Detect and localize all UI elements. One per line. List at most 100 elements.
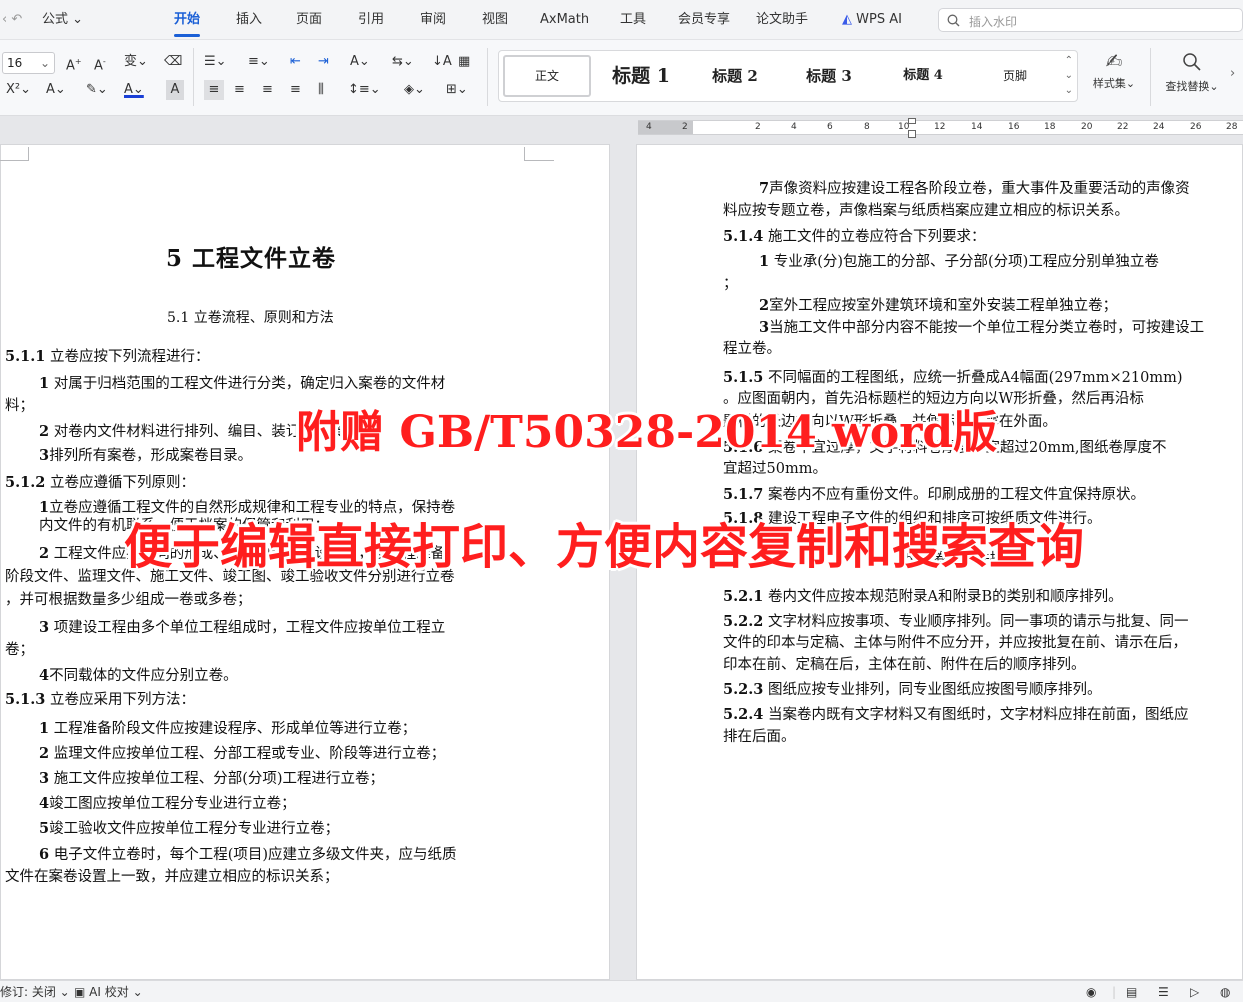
increase-indent-icon[interactable]: ⇥ — [318, 52, 329, 72]
text-effect-icon[interactable]: A⌄ — [46, 80, 66, 100]
text-direction-icon[interactable]: ⇆⌄ — [392, 52, 414, 72]
style-heading-2[interactable]: 标题 2 — [697, 51, 773, 101]
text-line: 7声像资料应按建设工程各阶段立卷，重大事件及重要活动的声像资 — [759, 177, 1190, 201]
toolbar-divider — [193, 48, 194, 106]
text-line: 5.2.2 文字材料应按事项、专业顺序排列。同一事项的请示与批复、同一 — [723, 610, 1188, 634]
distribute-icon[interactable]: ⫼ — [318, 80, 324, 100]
text-line: ，并可根据数量多少组成一卷或多卷； — [5, 592, 252, 608]
tab-axmath[interactable]: AxMath — [540, 0, 589, 40]
clause-number: 5.2.1 — [723, 588, 764, 605]
tab-tools[interactable]: 工具 — [620, 0, 646, 40]
text-line: 3 施工文件应按单位工程、分部(分项)工程进行立卷； — [39, 767, 384, 791]
margin-corner-mark — [524, 147, 554, 161]
align-right-icon[interactable]: ≡ — [262, 80, 273, 100]
page-view-icon[interactable]: ▤ — [1126, 983, 1137, 1001]
web-view-icon[interactable]: ◍ — [1220, 983, 1230, 1001]
eye-protection-icon[interactable]: ◉ — [1086, 983, 1096, 1001]
highlight-icon[interactable]: ✎⌄ — [86, 80, 108, 100]
tab-insert[interactable]: 插入 — [236, 0, 262, 40]
item-text: 室外工程应按室外建筑环境和室外安装工程单独立卷； — [769, 298, 1118, 314]
char-shading-icon[interactable]: A — [166, 80, 184, 100]
search-input[interactable]: 插入水印 — [938, 8, 1243, 32]
item-text: 竣工图应按单位工程分专业进行立卷； — [49, 796, 296, 812]
font-color-icon[interactable]: A⌄ — [124, 80, 144, 100]
align-left-icon[interactable]: ≡ — [204, 80, 224, 100]
styles-gallery: 正文 标题 1 标题 2 标题 3 标题 4 页脚 ⌃ ⌄ ⌄ — [498, 50, 1078, 102]
ruler-tick: 8 — [864, 122, 870, 132]
style-heading-4[interactable]: 标题 4 — [885, 51, 961, 101]
item-number: 4 — [39, 795, 50, 812]
item-text: 电子文件立卷时，每个工程(项目)应建立多级文件夹，应与纸质 — [53, 847, 457, 863]
clause-text: 立卷应采用下列方法： — [49, 692, 195, 708]
superscript-icon[interactable]: X²⌄ — [6, 80, 31, 100]
tab-view[interactable]: 视图 — [482, 0, 508, 40]
clause-number: 5.2.2 — [723, 613, 764, 630]
text-line: 印本在前、定稿在后，主体在前、附件在后的顺序排列。 — [723, 657, 1086, 673]
text-line: 4不同载体的文件应分别立卷。 — [39, 664, 238, 688]
item-text: 工程准备阶段文件应按建设程序、形成单位等进行立卷； — [53, 721, 417, 737]
style-footer[interactable]: 页脚 — [977, 51, 1053, 101]
ruler-tick: 4 — [646, 122, 652, 132]
item-number: 1 — [39, 499, 50, 516]
tab-page[interactable]: 页面 — [296, 0, 322, 40]
ruler-tick: 2 — [682, 122, 688, 132]
clear-format-icon[interactable]: ⌫ — [164, 52, 182, 72]
chinese-layout-icon[interactable]: A⌄ — [350, 52, 370, 72]
text-line: 5竣工验收文件应按单位工程分专业进行立卷； — [39, 817, 339, 841]
styles-scroll-icon[interactable]: ⌃ ⌄ ⌄ — [1065, 53, 1073, 98]
style-set-label: 样式集⌄ — [1092, 77, 1136, 90]
grow-font-icon[interactable]: A+ — [66, 52, 82, 73]
item-number: 3 — [759, 319, 770, 336]
ruler-tick: 20 — [1081, 122, 1093, 132]
font-size-select[interactable]: 16 ⌄ — [2, 52, 55, 74]
style-heading-3[interactable]: 标题 3 — [791, 51, 867, 101]
track-changes-label: 修订: 关闭 — [0, 985, 56, 999]
clause-number: 5.1.2 — [5, 474, 46, 491]
tab-review[interactable]: 审阅 — [420, 0, 446, 40]
numbered-list-icon[interactable]: ≡⌄ — [248, 52, 270, 72]
shrink-font-icon[interactable]: A- — [94, 52, 106, 73]
tab-wps-ai[interactable]: ◭ WPS AI — [842, 0, 902, 40]
left-indent-handle[interactable] — [908, 130, 916, 138]
clause-number: 5.2.3 — [723, 681, 764, 698]
style-heading-1[interactable]: 标题 1 — [603, 51, 679, 101]
style-normal[interactable]: 正文 — [503, 55, 591, 97]
outline-view-icon[interactable]: ☰ — [1158, 983, 1169, 1001]
text-line: 5.1.7 案卷内不应有重份文件。印刷成册的工程文件宜保持原状。 — [723, 483, 1145, 507]
tab-paper-assistant[interactable]: 论文助手 — [756, 0, 808, 40]
item-number: 2 — [759, 297, 770, 314]
phonetic-icon[interactable]: 变⌄ — [124, 52, 148, 72]
style-set-button[interactable]: ✍ 样式集⌄ — [1086, 46, 1142, 98]
horizontal-ruler[interactable]: 4 2 2 4 6 8 10 12 14 16 18 20 22 24 26 2… — [0, 116, 1243, 140]
text-line: 5.1.5 不同幅面的工程图纸，应统一折叠成A4幅面(297mm×210mm) — [723, 366, 1183, 390]
bullet-list-icon[interactable]: ☰⌄ — [204, 52, 227, 72]
formula-menu[interactable]: 公式 ⌄ — [42, 0, 83, 40]
justify-icon[interactable]: ≡ — [290, 80, 301, 100]
item-text: 对属于归档范围的工程文件进行分类，确定归入案卷的文件材 — [53, 376, 446, 392]
borders-icon[interactable]: ⊞⌄ — [446, 80, 468, 100]
align-center-icon[interactable]: ≡ — [234, 80, 245, 100]
track-changes-toggle[interactable]: 修订: 关闭 ⌄ — [0, 983, 70, 1001]
more-icon[interactable]: › — [1230, 64, 1235, 84]
clause-number: 5.1.3 — [5, 691, 46, 708]
tab-member[interactable]: 会员专享 — [678, 0, 730, 40]
line-spacing-icon[interactable]: ↕≡⌄ — [348, 80, 381, 100]
show-marks-icon[interactable]: ▦ — [458, 52, 470, 72]
find-replace-label: 查找替换⌄ — [1165, 80, 1219, 93]
proofread-icon: ▣ — [74, 985, 86, 999]
menu-bar: ‹ ↶ 公式 ⌄ 开始 插入 页面 引用 审阅 视图 AxMath 工具 会员专… — [0, 0, 1243, 40]
decrease-indent-icon[interactable]: ⇤ — [290, 52, 301, 72]
search-icon — [947, 14, 960, 27]
text-line: 3 项建设工程由多个单位工程组成时，工程文件应按单位工程立 — [39, 616, 445, 640]
ai-proofread-button[interactable]: ▣ AI 校对 ⌄ — [74, 983, 143, 1001]
undo-icon[interactable]: ‹ ↶ — [2, 0, 22, 40]
play-icon[interactable]: ▷ — [1190, 983, 1199, 1001]
item-number: 4 — [39, 667, 50, 684]
status-bar: 修订: 关闭 ⌄ ▣ AI 校对 ⌄ ◉ | ▤ ☰ ▷ ◍ — [0, 980, 1243, 1002]
shading-icon[interactable]: ◈⌄ — [404, 80, 425, 100]
sort-icon[interactable]: ↓A — [432, 52, 452, 72]
find-replace-button[interactable]: 查找替换⌄ — [1158, 46, 1226, 98]
first-line-indent-handle[interactable] — [908, 118, 916, 124]
tab-references[interactable]: 引用 — [358, 0, 384, 40]
text-line: 文件在案卷设置上一致，并应建立相应的标识关系； — [5, 869, 339, 885]
